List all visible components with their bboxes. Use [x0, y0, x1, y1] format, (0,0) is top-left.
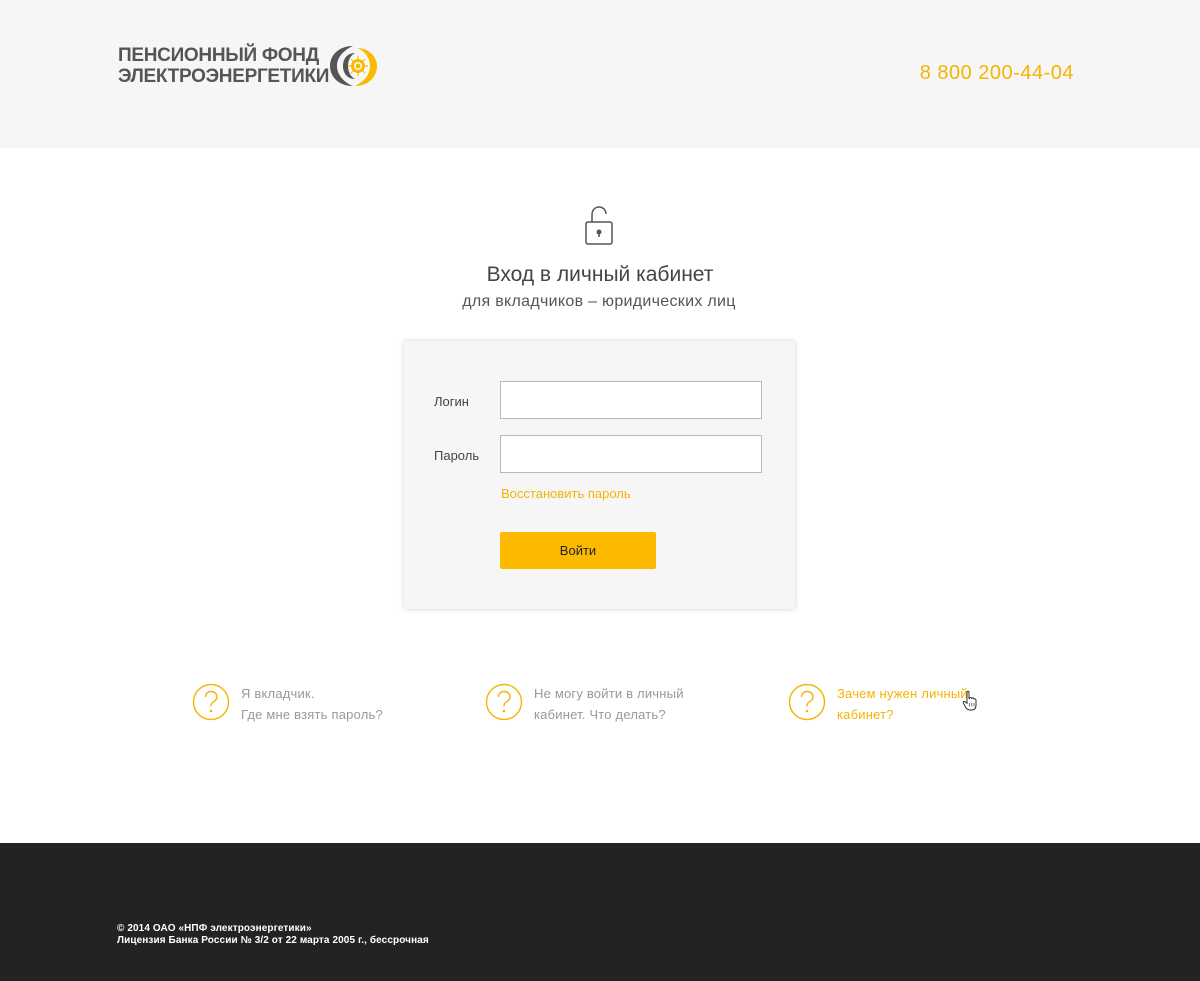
- faq-item-text: Зачем нужен личный кабинет?: [837, 683, 968, 727]
- phone-number[interactable]: 8 800 200-44-04: [860, 62, 1074, 85]
- faq-item-why-cabinet[interactable]: Зачем нужен личный кабинет?: [788, 683, 968, 727]
- page-subtitle: для вкладчиков – юридических лиц: [462, 293, 736, 310]
- site-logo[interactable]: ПЕНСИОННЫЙ ФОНД ЭЛЕКТРОЭНЕРГЕТИКИ: [118, 43, 382, 89]
- question-circle-icon: [485, 683, 523, 721]
- login-form: Логин Пароль Восстановить пароль Войти: [404, 341, 795, 609]
- login-input[interactable]: [500, 381, 762, 419]
- login-button[interactable]: Войти: [500, 532, 656, 569]
- faq-item-cannot-login[interactable]: Не могу войти в личный кабинет. Что дела…: [485, 683, 684, 727]
- logo-text: ПЕНСИОННЫЙ ФОНД ЭЛЕКТРОЭНЕРГЕТИКИ: [118, 45, 330, 87]
- page-title: Вход в личный кабинет: [486, 263, 714, 286]
- footer-license: Лицензия Банка России № 3/2 от 22 марта …: [117, 935, 429, 946]
- faq-item-line-1: Не могу войти в личный: [534, 686, 684, 701]
- footer-copyright: © 2014 ОАО «НПФ электроэнергетики»: [117, 923, 312, 934]
- faq-item-text: Не могу войти в личный кабинет. Что дела…: [534, 683, 684, 727]
- faq-item-text: Я вкладчик. Где мне взять пароль?: [241, 683, 383, 727]
- site-footer: © 2014 ОАО «НПФ электроэнергетики» Лицен…: [0, 843, 1200, 981]
- password-label: Пароль: [434, 448, 480, 463]
- faq-item-line-2: Где мне взять пароль?: [241, 707, 383, 722]
- logo-line-2: ЭЛЕКТРОЭНЕРГЕТИКИ: [118, 66, 330, 87]
- faq-item-line-2: кабинет. Что делать?: [534, 707, 666, 722]
- faq-item-password[interactable]: Я вкладчик. Где мне взять пароль?: [192, 683, 383, 727]
- restore-password-link[interactable]: Восстановить пароль: [501, 486, 631, 501]
- login-label: Логин: [434, 394, 469, 409]
- faq-item-line-1: Я вкладчик.: [241, 686, 315, 701]
- faq-item-line-2: кабинет?: [837, 707, 894, 722]
- question-circle-icon: [788, 683, 826, 721]
- unlocked-padlock-icon: [585, 206, 613, 245]
- logo-sun-icon: [330, 46, 377, 86]
- logo-line-1: ПЕНСИОННЫЙ ФОНД: [118, 45, 319, 66]
- hand-cursor-icon: [962, 690, 977, 711]
- faq-item-line-1: Зачем нужен личный: [837, 686, 968, 701]
- password-input[interactable]: [500, 435, 762, 473]
- site-header: ПЕНСИОННЫЙ ФОНД ЭЛЕКТРОЭНЕРГЕТИКИ 8 800 …: [0, 0, 1200, 148]
- question-circle-icon: [192, 683, 230, 721]
- page: ПЕНСИОННЫЙ ФОНД ЭЛЕКТРОЭНЕРГЕТИКИ 8 800 …: [0, 0, 1200, 981]
